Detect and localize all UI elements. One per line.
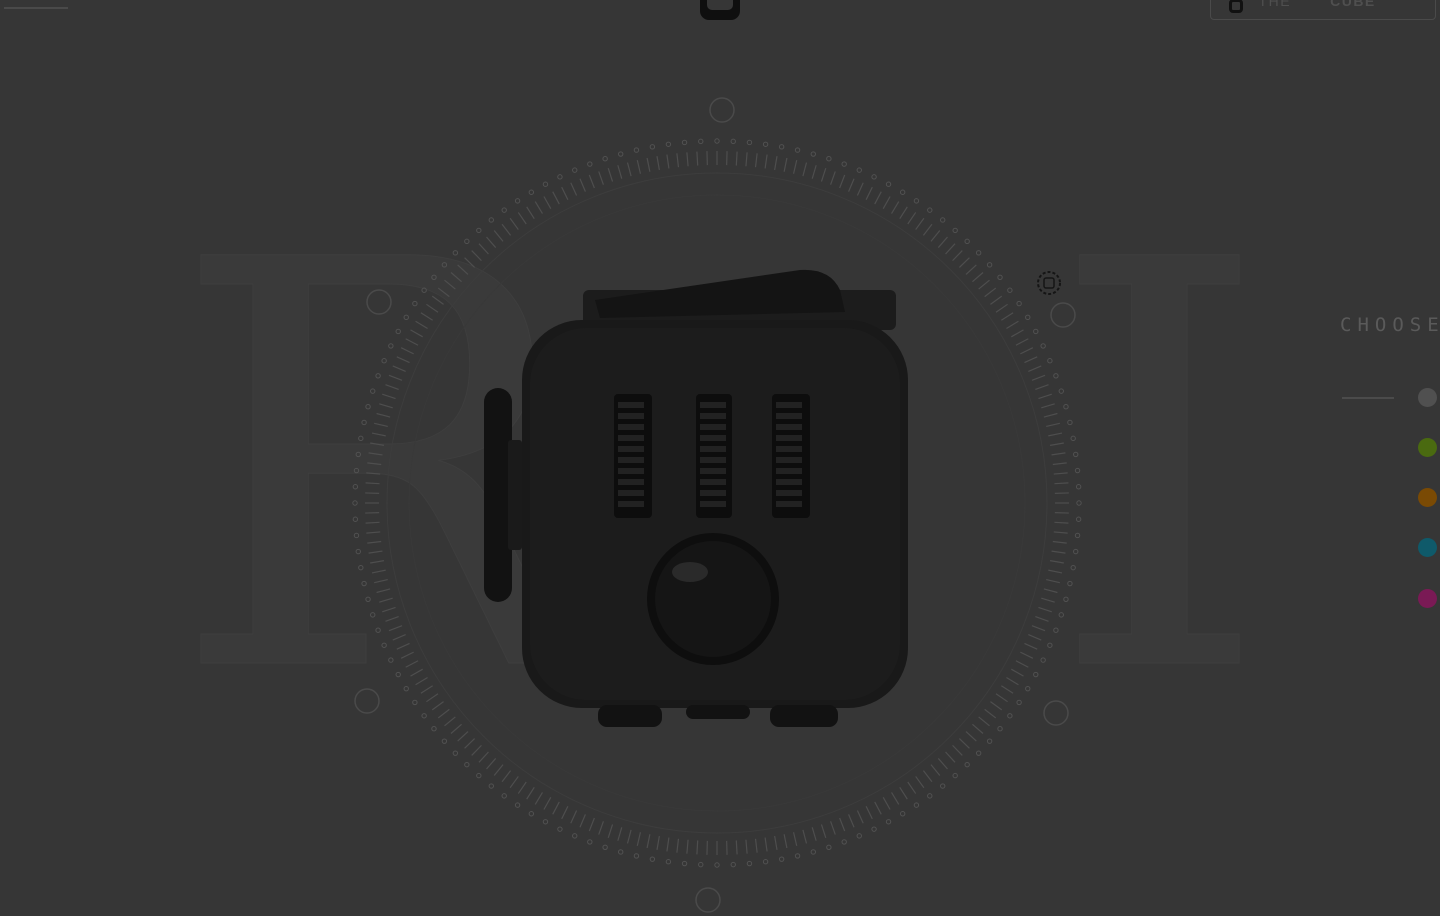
color-swatch-graphite[interactable] [1418,388,1437,407]
fidget-cube-image [484,269,908,727]
side-joystick [484,388,512,602]
switch-gears [614,394,810,518]
color-swatch-pink[interactable] [1418,589,1437,608]
hotspot-bottom[interactable] [695,887,721,913]
color-swatch-orange[interactable] [1418,488,1437,507]
page: BUY THE FIDGET CUBE R I [0,0,1440,916]
hotspot-upper-right[interactable] [1050,302,1076,328]
choose-color-divider [1342,397,1394,399]
hotspot-lower-right[interactable] [1043,700,1069,726]
hotspot-upper-left[interactable] [366,289,392,315]
hotspot-top[interactable] [709,97,735,123]
hotspot-lower-left[interactable] [354,688,380,714]
choose-color-heading: CHOOSE C [1340,314,1440,336]
color-swatch-aqua[interactable] [1418,538,1437,557]
color-swatch-green[interactable] [1418,438,1437,457]
feature-dial [352,97,1082,913]
rotate-cube-icon[interactable] [1037,271,1061,295]
